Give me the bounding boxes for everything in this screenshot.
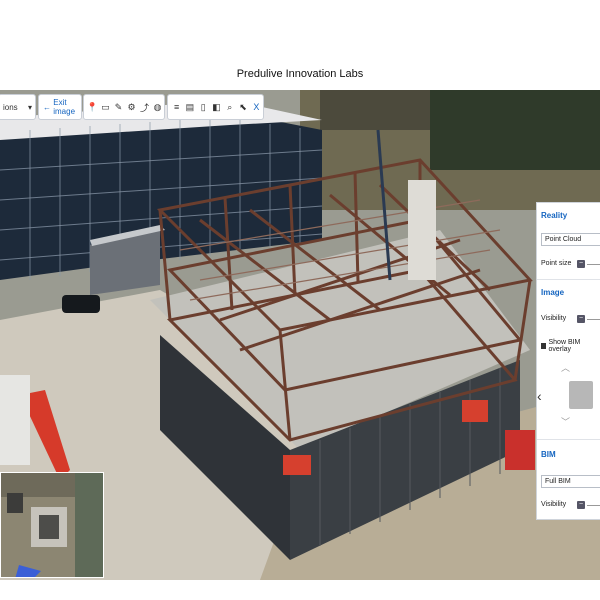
bim-overlay-row[interactable]: Show BIM overlay <box>541 339 600 353</box>
image-visibility-slider[interactable] <box>587 319 600 320</box>
filter-lines-icon[interactable]: ≡ <box>170 97 183 117</box>
reality-select[interactable]: Point Cloud <box>541 233 600 246</box>
site-minimap[interactable] <box>0 472 104 578</box>
point-size-label: Point size <box>541 260 572 267</box>
document-icon[interactable]: ▯ <box>197 97 210 117</box>
share-icon[interactable]: ⤴ <box>138 97 151 117</box>
ruler-icon[interactable]: ◧ <box>210 97 223 117</box>
chevron-up-icon[interactable]: ︿ <box>561 361 570 374</box>
pencil-icon[interactable]: ✎ <box>112 97 125 117</box>
point-size-decrease-button[interactable]: − <box>577 260 585 268</box>
chevron-down-icon: ▾ <box>27 102 32 112</box>
cursor-select-icon[interactable]: ⬉ <box>236 97 249 117</box>
toolbar-group-view: ≡ ▤ ▯ ◧ ⌕ ⬉ X <box>167 94 264 120</box>
layers-icon[interactable]: ▤ <box>183 97 196 117</box>
page-title: Predulive Innovation Labs <box>236 68 364 80</box>
image-heading: Image <box>541 288 565 297</box>
globe-icon[interactable]: ◍ <box>151 97 164 117</box>
image-visibility-label: Visibility <box>541 315 567 322</box>
bim-select[interactable]: Full BIM <box>541 475 600 488</box>
point-size-slider[interactable] <box>587 264 600 265</box>
chevron-left-icon[interactable]: ‹ <box>537 388 542 404</box>
bim-heading: BIM <box>541 450 556 459</box>
close-button[interactable]: X <box>250 97 263 117</box>
layers-panel: Reality Point Cloud Point size − Image V… <box>536 202 600 520</box>
bim-overlay-label: Show BIM overlay <box>548 339 581 353</box>
divider <box>537 439 600 440</box>
view-select-value: ions <box>3 102 18 112</box>
location-pin-icon[interactable]: 📍 <box>86 97 99 117</box>
exit-image-button[interactable]: ← Exit image <box>38 94 82 120</box>
reality-heading: Reality <box>541 211 568 220</box>
camera-device-icon[interactable]: ▭ <box>99 97 112 117</box>
toolbar-group-tools: 📍 ▭ ✎ ⚙ ⤴ ◍ <box>83 94 165 120</box>
image-visibility-decrease-button[interactable]: − <box>577 315 585 323</box>
bim-visibility-slider[interactable] <box>587 505 600 506</box>
back-arrow-icon: ← <box>43 102 54 112</box>
bim-overlay-checkbox[interactable] <box>541 343 547 349</box>
bim-visibility-label: Visibility <box>541 501 567 508</box>
view-select-dropdown[interactable]: ions ▾ <box>0 94 36 120</box>
image-settings-icon[interactable]: ⚙ <box>125 97 138 117</box>
divider <box>537 279 600 280</box>
bim-visibility-decrease-button[interactable]: − <box>577 501 585 509</box>
close-label: X <box>253 102 260 112</box>
chevron-down-icon[interactable]: ﹀ <box>561 415 570 428</box>
exit-image-label: Exit image <box>53 98 76 116</box>
minimap-aerial-image <box>1 473 103 577</box>
image-thumbnail-icon[interactable] <box>569 381 593 409</box>
search-icon[interactable]: ⌕ <box>223 97 236 117</box>
